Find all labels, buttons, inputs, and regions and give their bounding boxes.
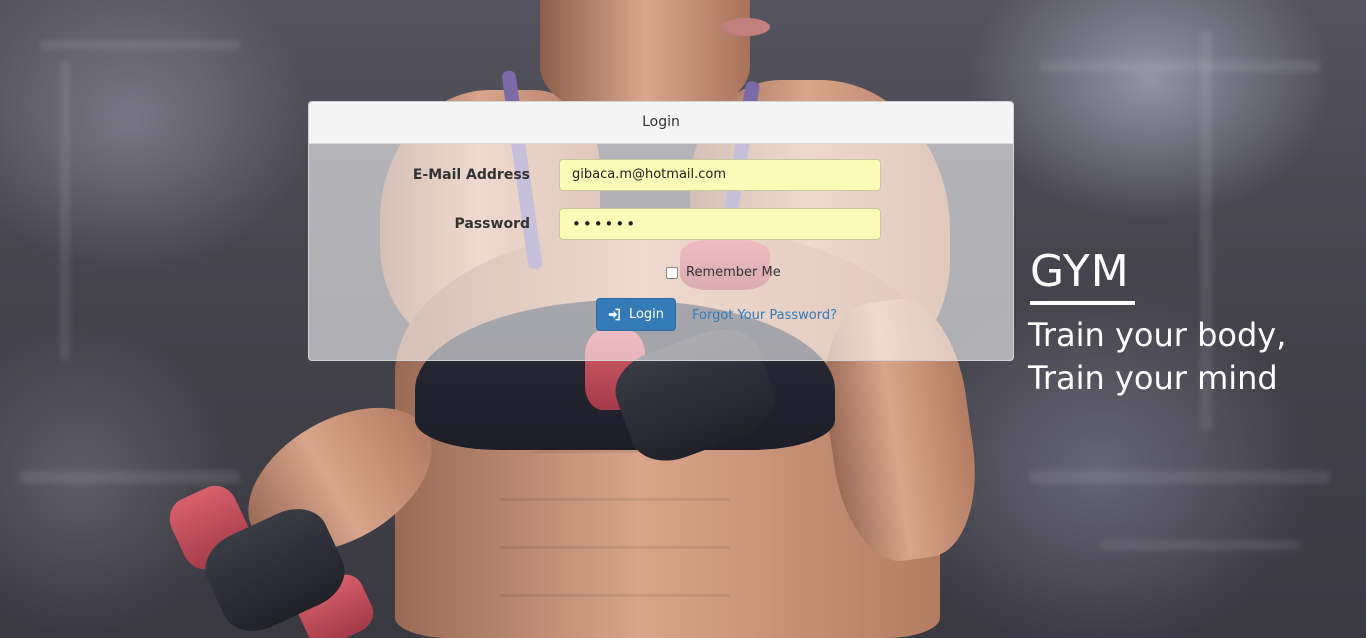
remember-checkbox[interactable]: [666, 266, 678, 279]
login-button[interactable]: Login: [596, 298, 676, 331]
forgot-password-link[interactable]: Forgot Your Password?: [692, 308, 837, 323]
sign-in-icon: [608, 308, 620, 321]
password-label: Password: [454, 216, 530, 232]
remember-me[interactable]: Remember Me: [666, 265, 781, 280]
panel-heading: Login: [309, 102, 1013, 144]
email-label: E-Mail Address: [412, 167, 530, 183]
remember-label: Remember Me: [686, 265, 781, 280]
tagline-line2: Train your mind: [1028, 359, 1278, 397]
brand-underline: [1030, 301, 1135, 305]
password-field[interactable]: ••••••: [559, 208, 881, 240]
login-panel: Login E-Mail Address gibaca.m@hotmail.co…: [308, 101, 1014, 361]
email-field[interactable]: gibaca.m@hotmail.com: [559, 159, 881, 191]
tagline: Train your body, Train your mind: [1028, 314, 1286, 400]
login-button-label: Login: [628, 307, 665, 322]
brand-title: GYM: [1030, 246, 1130, 297]
tagline-line1: Train your body,: [1028, 316, 1287, 354]
